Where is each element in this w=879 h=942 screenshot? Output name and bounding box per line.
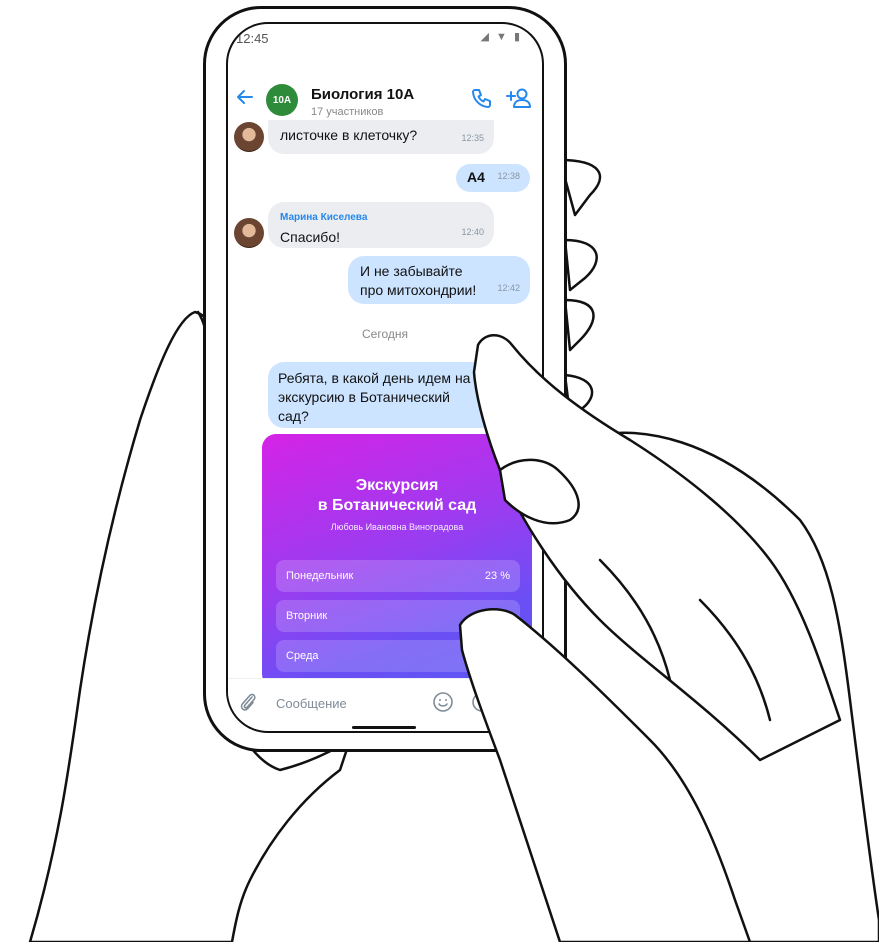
- chat-members-count: 17 участников: [311, 106, 384, 118]
- signal-icon: ◢: [480, 31, 491, 43]
- message-time: 12:42: [497, 283, 520, 293]
- home-indicator: [352, 726, 416, 729]
- add-member-icon[interactable]: [506, 86, 532, 110]
- poll-option-label: Понедельник: [286, 570, 354, 582]
- message-input[interactable]: [276, 693, 416, 713]
- user-avatar[interactable]: [234, 122, 264, 152]
- message-outgoing[interactable]: И не забывайте про митохондрии! 12:42: [348, 256, 530, 304]
- status-icons: ◢ ▼ ▮: [480, 30, 522, 43]
- poll-card[interactable]: Экскурсия в Ботанический сад Любовь Иван…: [262, 434, 532, 688]
- poll-option-label: Вторник: [286, 610, 328, 622]
- poll-author: Любовь Ивановна Виноградова: [330, 522, 464, 532]
- poll-option-label: Среда: [286, 650, 319, 662]
- message-text-line: экскурсию в Ботанический: [278, 389, 450, 405]
- date-separator: Сегодня: [362, 327, 408, 341]
- emoji-icon[interactable]: [432, 691, 454, 713]
- battery-icon: ▮: [513, 31, 522, 43]
- phone-screen: 12:45 ◢ ▼ ▮ 10А Биология 10А 17 участник…: [226, 22, 544, 733]
- message-text: Спасибо!: [280, 229, 340, 245]
- user-avatar[interactable]: [234, 218, 264, 248]
- message-list: листочке в клеточку? 12:35 А4 12:38 Мари…: [228, 108, 542, 695]
- message-outgoing[interactable]: А4 12:38: [456, 164, 530, 192]
- group-avatar[interactable]: 10А: [266, 84, 298, 116]
- status-bar: 12:45 ◢ ▼ ▮: [228, 24, 542, 50]
- message-text: листочке в клеточку?: [280, 127, 418, 143]
- status-time: 12:45: [236, 31, 269, 46]
- message-sender[interactable]: Марина Киселева: [280, 208, 482, 227]
- poll-title-line: Экскурсия: [355, 477, 439, 494]
- poll-option[interactable]: Вторник 12 %: [276, 600, 520, 632]
- illustration: 12:45 ◢ ▼ ▮ 10А Биология 10А 17 участник…: [0, 0, 879, 942]
- message-incoming[interactable]: Марина Киселева Спасибо! 12:40: [268, 202, 494, 248]
- poll-option-percent: 23 %: [484, 570, 510, 582]
- phone-call-icon[interactable]: [470, 86, 494, 110]
- message-composer: [228, 678, 542, 726]
- message-text-line: Ребята, в какой день идем на: [278, 370, 471, 386]
- paperclip-icon[interactable]: [238, 691, 258, 713]
- back-arrow-icon[interactable]: [234, 86, 256, 108]
- poll-option-percent: 12 %: [484, 610, 510, 622]
- message-outgoing[interactable]: Ребята, в какой день идем на экскурсию в…: [268, 362, 530, 428]
- play-circle-icon[interactable]: [471, 691, 493, 713]
- message-time: 12:40: [461, 227, 484, 237]
- chat-header: 10А Биология 10А 17 участников: [228, 64, 542, 120]
- poll-option[interactable]: Понедельник 23 %: [276, 560, 520, 592]
- poll-option[interactable]: Среда: [276, 640, 520, 672]
- message-time: 12:35: [461, 133, 484, 143]
- chat-title[interactable]: Биология 10А: [311, 86, 414, 103]
- poll-title-line: в Ботанический сад: [317, 497, 477, 514]
- poll-title: Экскурсия в Ботанический сад: [262, 476, 532, 516]
- wifi-icon: ▼: [495, 31, 509, 43]
- message-time: 12:38: [497, 171, 520, 181]
- message-text-line: сад?: [278, 408, 309, 424]
